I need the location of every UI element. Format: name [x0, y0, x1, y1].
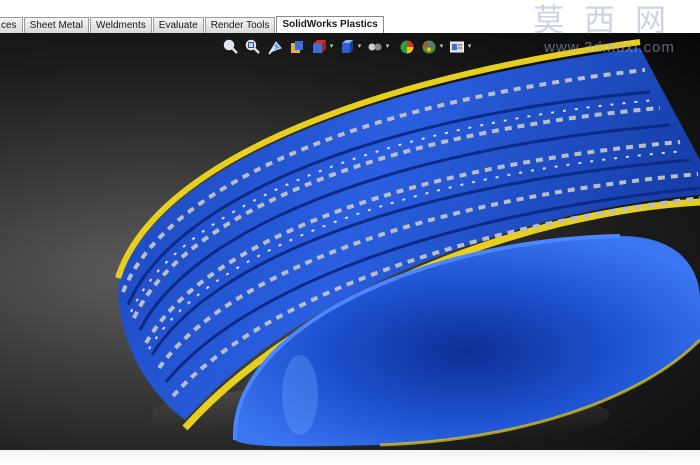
zoom-to-area-icon[interactable]	[244, 38, 262, 56]
apply-scene-icon[interactable]	[420, 38, 438, 56]
display-style-icon[interactable]	[338, 38, 356, 56]
graphics-viewport[interactable]	[0, 33, 700, 450]
watermark-url: www.3dmoxi.com	[544, 39, 675, 56]
hide-show-items-dropdown[interactable]: ▾	[385, 38, 390, 56]
apply-scene-dropdown[interactable]: ▾	[439, 38, 444, 56]
tab-surfaces[interactable]: ces	[0, 17, 23, 33]
tab-solidworks-plastics[interactable]: SolidWorks Plastics	[276, 16, 384, 33]
zoom-to-fit-icon[interactable]	[222, 38, 240, 56]
display-style-dropdown[interactable]: ▾	[357, 38, 362, 56]
tab-sheet-metal[interactable]: Sheet Metal	[23, 17, 89, 33]
heads-up-view-toolbar: ▾ ▾ ▾ ▾ ▾	[222, 37, 476, 57]
tab-render-tools[interactable]: Render Tools	[204, 17, 276, 33]
command-manager-tabs: ces Sheet Metal Weldments Evaluate Rende…	[0, 16, 385, 33]
view-settings-icon[interactable]	[448, 38, 466, 56]
inner-highlight	[282, 355, 318, 435]
view-orientation-dropdown[interactable]: ▾	[329, 38, 334, 56]
hide-show-items-icon[interactable]	[366, 38, 384, 56]
view-settings-dropdown[interactable]: ▾	[467, 38, 472, 56]
section-view-icon[interactable]	[288, 38, 306, 56]
status-band	[0, 450, 700, 465]
view-orientation-icon[interactable]	[310, 38, 328, 56]
tire-model[interactable]	[0, 33, 700, 450]
edit-appearance-icon[interactable]	[398, 38, 416, 56]
tab-evaluate[interactable]: Evaluate	[152, 17, 204, 33]
tab-weldments[interactable]: Weldments	[89, 17, 152, 33]
watermark-chinese: 莫西网	[533, 3, 686, 39]
watermark: 莫西网 www.3dmoxi.com	[533, 2, 686, 56]
previous-view-icon[interactable]	[266, 38, 284, 56]
